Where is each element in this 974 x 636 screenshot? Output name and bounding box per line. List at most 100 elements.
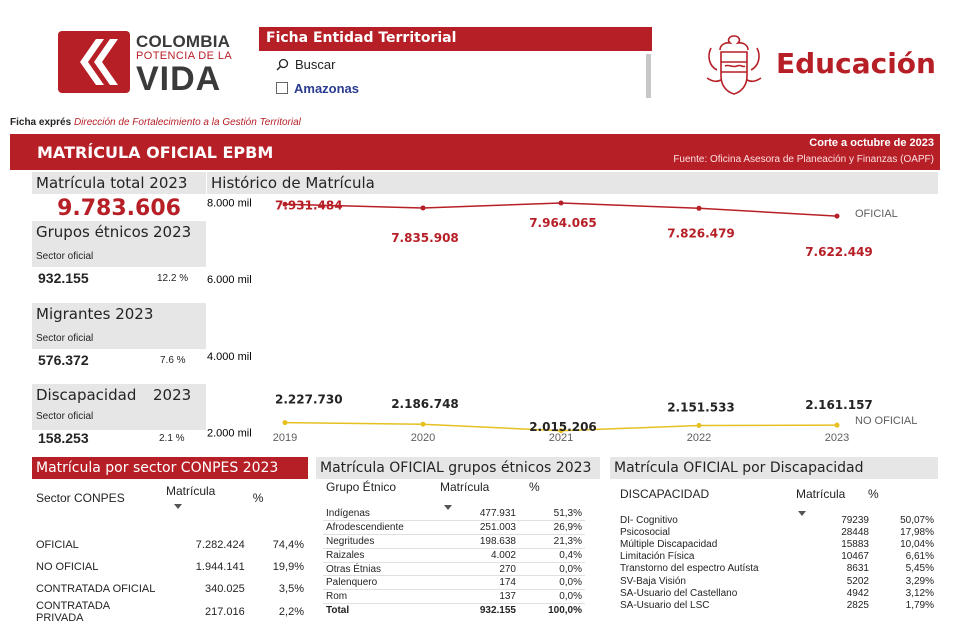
table-row[interactable]: OFICIAL 7.282.424 74,4% — [32, 534, 308, 556]
table-row[interactable]: NO OFICIAL 1.944.141 19,9% — [32, 556, 308, 578]
disc-pct-cell: 5,45% — [905, 563, 934, 575]
etnicos-card: Grupos étnicos 2023 Sector oficial — [32, 221, 206, 267]
table-row[interactable]: Total 932.155 100,0% — [323, 604, 585, 618]
conpes-value-cell: 1.944.141 — [195, 561, 245, 573]
etnicos-header-pct[interactable]: % — [529, 480, 540, 494]
table-row[interactable]: Indígenas 477.931 51,3% — [323, 507, 585, 522]
slicer-item-amazonas[interactable]: Amazonas — [276, 78, 646, 98]
disc-label: Discapacidad — [36, 386, 137, 404]
etnicos-table-title: Matrícula OFICIAL grupos étnicos 2023 — [316, 457, 600, 479]
table-row[interactable]: Limitación Física 10467 6,61% — [617, 551, 937, 563]
etnicos-header-matricula[interactable]: Matrícula — [440, 480, 489, 494]
conpes-pct-cell: 3,5% — [278, 583, 304, 595]
disc-name-cell: SV-Baja Visión — [620, 575, 686, 587]
disc-pct: 2.1 % — [159, 433, 185, 444]
conpes-header-sector[interactable]: Sector CONPES — [32, 484, 162, 512]
etnicos-name-cell: Negritudes — [323, 534, 433, 549]
slicer-title: Ficha Entidad Territorial — [259, 27, 652, 51]
data-label: 7.826.479 — [667, 226, 735, 240]
data-point — [834, 422, 840, 428]
checkbox-icon[interactable] — [276, 82, 288, 94]
migrantes-label: Migrantes 2023 — [36, 305, 154, 323]
table-row[interactable]: SV-Baja Visión 5202 3,29% — [617, 575, 937, 587]
table-row[interactable]: Psicosocial 28448 17,98% — [617, 526, 937, 538]
discapacidad-table: DI- Cognitivo 79239 50,07% Psicosocial 28448… — [617, 514, 937, 612]
data-point — [420, 205, 426, 211]
table-row[interactable]: Múltiple Discapacidad 15883 10,04% — [617, 538, 937, 550]
etnicos-pct-cell: 0,0% — [519, 575, 585, 591]
conpes-name-cell: CONTRATADA PRIVADA — [36, 600, 110, 624]
table-row[interactable]: Transtorno del espectro Autísta 8631 5,45% — [617, 563, 937, 575]
migrantes-pct: 7.6 % — [160, 355, 186, 366]
disc-value-cell: 4942 — [846, 587, 869, 599]
table-row[interactable]: Rom 137 0,0% — [323, 589, 585, 605]
conpes-title: Matrícula por sector CONPES 2023 — [32, 457, 308, 479]
disc-header-name[interactable]: DISCAPACIDAD — [620, 487, 709, 501]
migrantes-sub: Sector oficial — [36, 333, 94, 344]
disc-header-matricula[interactable]: Matrícula — [796, 487, 845, 501]
disc-value: 158.253 — [38, 430, 89, 446]
etnicos-value-cell: 4.002 — [433, 548, 519, 563]
disc-pct-cell: 17,98% — [900, 526, 934, 538]
migrantes-value: 576.372 — [38, 352, 89, 368]
migrantes-card: Migrantes 2023 Sector oficial — [32, 303, 206, 349]
disc-pct-cell: 50,07% — [900, 514, 934, 526]
ficha-italic: Dirección de Fortalecimiento a la Gestió… — [73, 117, 301, 128]
etnicos-name-cell: Rom — [323, 589, 433, 605]
disc-pct-cell: 1,79% — [905, 599, 934, 611]
etnicos-sub: Sector oficial — [36, 251, 94, 262]
data-label: 2.227.730 — [275, 393, 343, 407]
data-label: 2.151.533 — [667, 401, 735, 415]
table-row[interactable]: Afrodescendiente 251.003 26,9% — [323, 520, 585, 536]
line-chart: 8.000 mil 6.000 mil 4.000 mil 2.000 mil 7.93… — [207, 198, 917, 444]
etnicos-total-pct-cell: 100,0% — [548, 605, 582, 617]
data-label: 2.186.748 — [391, 397, 459, 411]
table-row[interactable]: Palenquero 174 0,0% — [323, 575, 585, 591]
etnicos-name-cell: Afrodescendiente — [323, 520, 433, 536]
disc-value-cell: 10467 — [841, 551, 869, 563]
etnicos-pct-cell: 26,9% — [519, 520, 585, 536]
disc-value-cell: 8631 — [846, 563, 869, 575]
table-row[interactable]: DI- Cognitivo 79239 50,07% — [617, 514, 937, 526]
conpes-value-cell: 340.025 — [204, 583, 245, 595]
slicer-search-input[interactable]: Buscar — [276, 54, 636, 74]
etnicos-name-cell: Raizales — [323, 548, 433, 563]
conpes-header-pct[interactable]: % — [249, 484, 308, 512]
band-corte: Corte a octubre de 2023 — [809, 137, 934, 149]
table-row[interactable]: Raizales 4.002 0,4% — [323, 548, 585, 563]
colombia-logo-icon — [58, 31, 130, 93]
disc-sub: Sector oficial — [36, 411, 94, 422]
disc-value-cell: 79239 — [841, 514, 869, 526]
conpes-value-cell: 7.282.424 — [195, 539, 245, 551]
data-point — [834, 213, 840, 219]
slicer-item-label: Amazonas — [294, 80, 360, 96]
table-row[interactable]: Negritudes 198.638 21,3% — [323, 534, 585, 549]
table-row[interactable]: CONTRATADA PRIVADA 217.016 2,2% — [32, 600, 308, 624]
etnicos-total-value-cell: 932.155 — [479, 605, 516, 617]
total-card: Matrícula total 2023 — [32, 172, 206, 194]
etnicos-value-cell: 174 — [433, 575, 519, 591]
disc-header-pct[interactable]: % — [868, 487, 879, 501]
table-row[interactable]: SA-Usuario del Castellano 4942 3,12% — [617, 587, 937, 599]
y-tick-label: 2.000 mil — [207, 427, 252, 439]
total-label: Matrícula total 2023 — [36, 174, 188, 192]
y-tick-label: 8.000 mil — [207, 198, 252, 210]
data-point — [696, 205, 702, 211]
disc-name-cell: SA-Usuario del LSC — [620, 599, 710, 611]
etnicos-pct-cell: 51,3% — [519, 507, 585, 522]
etnicos-name-cell: Palenquero — [323, 575, 433, 591]
conpes-pct-cell: 74,4% — [272, 539, 304, 551]
section-band: MATRÍCULA OFICIAL EPBM Corte a octubre d… — [10, 134, 940, 170]
conpes-name-cell: CONTRATADA OFICIAL — [36, 583, 156, 595]
etnicos-pct-cell: 0,4% — [519, 548, 585, 563]
table-row[interactable]: CONTRATADA OFICIAL 340.025 3,5% — [32, 578, 308, 600]
etnicos-header-grupo[interactable]: Grupo Étnico — [326, 480, 396, 494]
conpes-header-matricula[interactable]: Matrícula — [162, 484, 249, 512]
table-row[interactable]: Otras Étnias 270 0,0% — [323, 562, 585, 577]
etnicos-total-name-cell: Total — [326, 605, 350, 617]
etnicos-pct-cell: 21,3% — [519, 534, 585, 549]
table-row[interactable]: SA-Usuario del LSC 2825 1,79% — [617, 599, 937, 611]
disc-name-cell: Transtorno del espectro Autísta — [620, 563, 759, 575]
disc-name-cell: SA-Usuario del Castellano — [620, 587, 738, 599]
slicer-scrollbar[interactable] — [646, 54, 651, 98]
